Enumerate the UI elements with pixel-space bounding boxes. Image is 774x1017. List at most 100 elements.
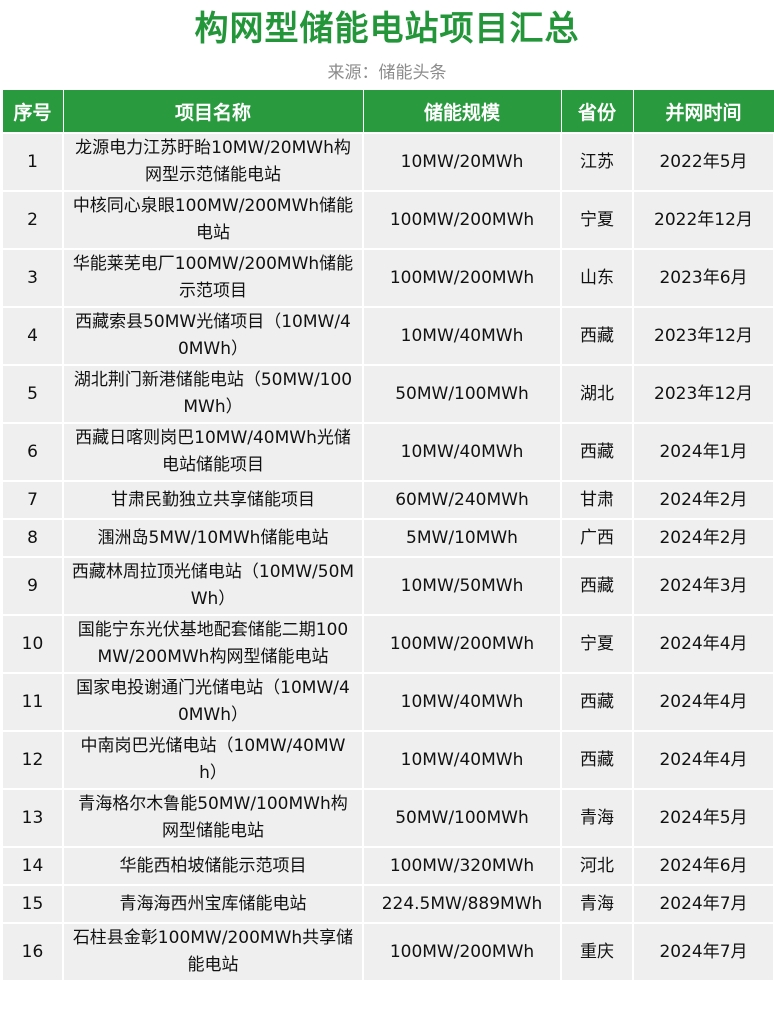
cell-storage-scale: 5MW/10MWh (362, 518, 562, 558)
cell-index: 15 (1, 884, 64, 924)
cell-storage-scale: 100MW/200MWh (362, 922, 562, 982)
cell-grid-date: 2022年12月 (632, 190, 774, 250)
table-row: 15 青海海西州宝库储能电站 224.5MW/889MWh 青海 2024年7月 (1, 884, 774, 924)
cell-project-name: 中核同心泉眼100MW/200MWh储能电站 (62, 190, 364, 250)
table-row: 16 石柱县金彰100MW/200MWh共享储能电站 100MW/200MWh 重庆 2… (1, 922, 774, 982)
cell-storage-scale: 10MW/20MWh (362, 132, 562, 192)
cell-grid-date: 2024年7月 (632, 922, 774, 982)
cell-storage-scale: 100MW/320MWh (362, 846, 562, 886)
cell-project-name: 华能莱芜电厂100MW/200MWh储能示范项目 (62, 248, 364, 308)
page: 构网型储能电站项目汇总 来源：储能头条 序号 项目名称 储能规模 省份 并网时间… (0, 0, 774, 1017)
cell-index: 13 (1, 788, 64, 848)
cell-grid-date: 2024年2月 (632, 480, 774, 520)
header-storage-scale: 储能规模 (362, 90, 562, 134)
cell-project-name: 青海海西州宝库储能电站 (62, 884, 364, 924)
cell-project-name: 国能宁东光伏基地配套储能二期100MW/200MWh构网型储能电站 (62, 614, 364, 674)
cell-storage-scale: 10MW/40MWh (362, 422, 562, 482)
cell-index: 3 (1, 248, 64, 308)
cell-grid-date: 2023年12月 (632, 364, 774, 424)
table-body: 1 龙源电力江苏盱眙10MW/20MWh构网型示范储能电站 10MW/20MWh 江苏… (1, 132, 774, 982)
cell-storage-scale: 10MW/40MWh (362, 306, 562, 366)
cell-province: 西藏 (560, 556, 634, 616)
cell-storage-scale: 50MW/100MWh (362, 788, 562, 848)
cell-project-name: 湖北荆门新港储能电站（50MW/100MWh） (62, 364, 364, 424)
table-row: 1 龙源电力江苏盱眙10MW/20MWh构网型示范储能电站 10MW/20MWh 江苏… (1, 132, 774, 192)
cell-grid-date: 2023年6月 (632, 248, 774, 308)
cell-province: 重庆 (560, 922, 634, 982)
cell-index: 4 (1, 306, 64, 366)
projects-table: 序号 项目名称 储能规模 省份 并网时间 1 龙源电力江苏盱眙10MW/20MWh… (1, 90, 774, 982)
cell-project-name: 华能西柏坡储能示范项目 (62, 846, 364, 886)
cell-index: 5 (1, 364, 64, 424)
cell-province: 西藏 (560, 422, 634, 482)
source-caption: 来源：储能头条 (327, 63, 447, 83)
cell-province: 宁夏 (560, 190, 634, 250)
cell-storage-scale: 10MW/50MWh (362, 556, 562, 616)
cell-index: 14 (1, 846, 64, 886)
cell-project-name: 石柱县金彰100MW/200MWh共享储能电站 (62, 922, 364, 982)
table-row: 4 西藏索县50MW光储项目（10MW/40MWh） 10MW/40MWh 西藏 202… (1, 306, 774, 366)
cell-storage-scale: 10MW/40MWh (362, 730, 562, 790)
cell-index: 10 (1, 614, 64, 674)
table-row: 11 国家电投谢通门光储电站（10MW/40MWh） 10MW/40MWh 西藏 202… (1, 672, 774, 732)
cell-project-name: 青海格尔木鲁能50MW/100MWh构网型储能电站 (62, 788, 364, 848)
cell-grid-date: 2024年4月 (632, 614, 774, 674)
table-row: 5 湖北荆门新港储能电站（50MW/100MWh） 50MW/100MWh 湖北 202… (1, 364, 774, 424)
cell-index: 8 (1, 518, 64, 558)
cell-storage-scale: 60MW/240MWh (362, 480, 562, 520)
cell-project-name: 龙源电力江苏盱眙10MW/20MWh构网型示范储能电站 (62, 132, 364, 192)
cell-index: 12 (1, 730, 64, 790)
table-row: 7 甘肃民勤独立共享储能项目 60MW/240MWh 甘肃 2024年2月 (1, 480, 774, 520)
cell-grid-date: 2024年7月 (632, 884, 774, 924)
cell-grid-date: 2024年4月 (632, 730, 774, 790)
table-row: 8 涠洲岛5MW/10MWh储能电站 5MW/10MWh 广西 2024年2月 (1, 518, 774, 558)
cell-index: 9 (1, 556, 64, 616)
cell-province: 西藏 (560, 730, 634, 790)
cell-index: 2 (1, 190, 64, 250)
table-row: 2 中核同心泉眼100MW/200MWh储能电站 100MW/200MWh 宁夏 202… (1, 190, 774, 250)
cell-grid-date: 2024年2月 (632, 518, 774, 558)
cell-project-name: 中南岗巴光储电站（10MW/40MWh） (62, 730, 364, 790)
cell-province: 河北 (560, 846, 634, 886)
cell-index: 16 (1, 922, 64, 982)
cell-grid-date: 2024年3月 (632, 556, 774, 616)
table-row: 14 华能西柏坡储能示范项目 100MW/320MWh 河北 2024年6月 (1, 846, 774, 886)
cell-province: 青海 (560, 788, 634, 848)
header-grid-date: 并网时间 (632, 90, 774, 134)
cell-storage-scale: 50MW/100MWh (362, 364, 562, 424)
cell-project-name: 国家电投谢通门光储电站（10MW/40MWh） (62, 672, 364, 732)
cell-province: 湖北 (560, 364, 634, 424)
cell-project-name: 西藏索县50MW光储项目（10MW/40MWh） (62, 306, 364, 366)
cell-province: 宁夏 (560, 614, 634, 674)
cell-index: 6 (1, 422, 64, 482)
cell-grid-date: 2024年4月 (632, 672, 774, 732)
header-index: 序号 (1, 90, 64, 134)
cell-storage-scale: 224.5MW/889MWh (362, 884, 562, 924)
header-project-name: 项目名称 (62, 90, 364, 134)
cell-project-name: 西藏日喀则岗巴10MW/40MWh光储电站储能项目 (62, 422, 364, 482)
cell-grid-date: 2023年12月 (632, 306, 774, 366)
cell-province: 甘肃 (560, 480, 634, 520)
cell-index: 7 (1, 480, 64, 520)
cell-index: 1 (1, 132, 64, 192)
cell-project-name: 西藏林周拉顶光储电站（10MW/50MWh） (62, 556, 364, 616)
page-title: 构网型储能电站项目汇总 (194, 9, 580, 49)
cell-province: 广西 (560, 518, 634, 558)
table-row: 3 华能莱芜电厂100MW/200MWh储能示范项目 100MW/200MWh 山东 2… (1, 248, 774, 308)
cell-storage-scale: 100MW/200MWh (362, 190, 562, 250)
table-row: 13 青海格尔木鲁能50MW/100MWh构网型储能电站 50MW/100MWh 青海… (1, 788, 774, 848)
cell-index: 11 (1, 672, 64, 732)
cell-grid-date: 2022年5月 (632, 132, 774, 192)
cell-grid-date: 2024年5月 (632, 788, 774, 848)
cell-project-name: 甘肃民勤独立共享储能项目 (62, 480, 364, 520)
cell-grid-date: 2024年1月 (632, 422, 774, 482)
cell-province: 青海 (560, 884, 634, 924)
cell-grid-date: 2024年6月 (632, 846, 774, 886)
header-province: 省份 (560, 90, 634, 134)
table-row: 6 西藏日喀则岗巴10MW/40MWh光储电站储能项目 10MW/40MWh 西藏 20… (1, 422, 774, 482)
cell-project-name: 涠洲岛5MW/10MWh储能电站 (62, 518, 364, 558)
table-row: 10 国能宁东光伏基地配套储能二期100MW/200MWh构网型储能电站 100MW… (1, 614, 774, 674)
cell-province: 江苏 (560, 132, 634, 192)
cell-storage-scale: 100MW/200MWh (362, 614, 562, 674)
cell-storage-scale: 100MW/200MWh (362, 248, 562, 308)
